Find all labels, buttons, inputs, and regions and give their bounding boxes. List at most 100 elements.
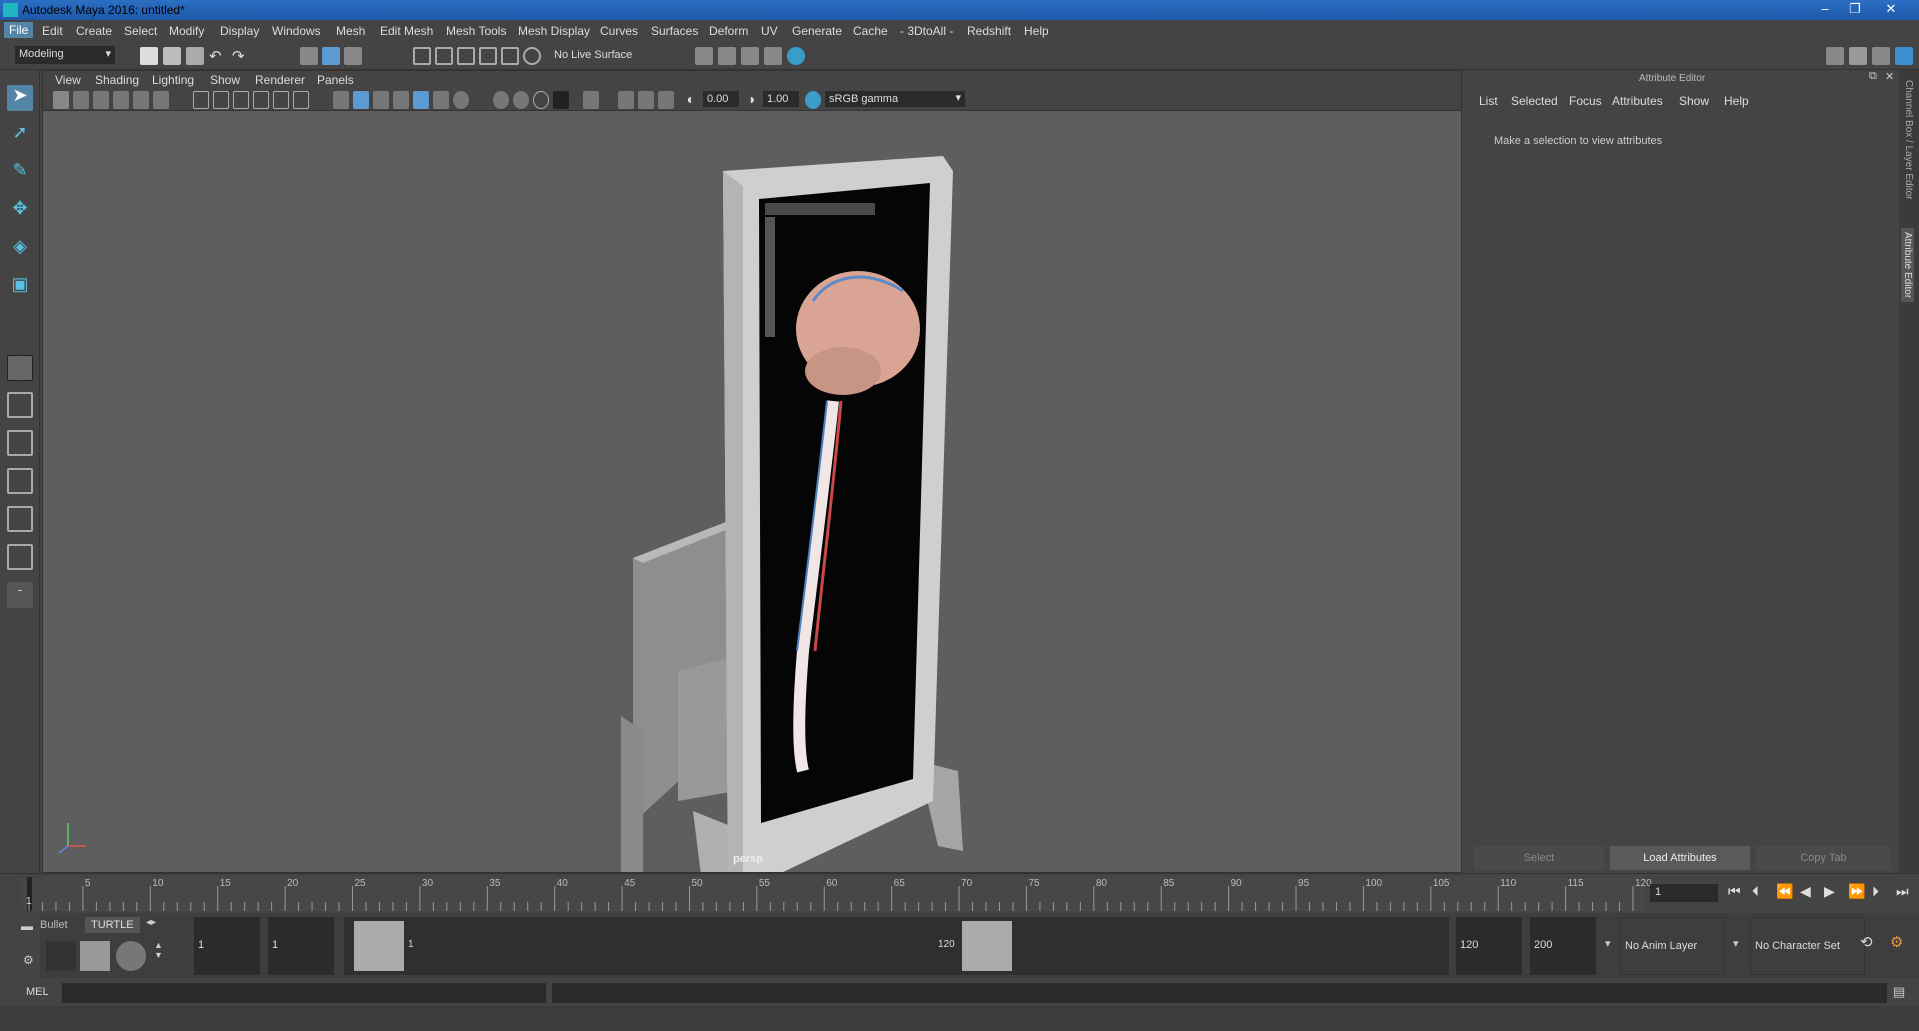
ae-menu-help[interactable]: Help xyxy=(1724,94,1749,108)
ae-menu-list[interactable]: List xyxy=(1479,94,1498,108)
select-component-icon[interactable] xyxy=(344,47,362,65)
range-slider-track[interactable]: 1 120 xyxy=(344,917,1449,975)
channel-box-tab[interactable]: Channel Box / Layer Editor xyxy=(1903,80,1914,200)
menu-file[interactable]: File xyxy=(4,22,34,38)
maximize-button[interactable]: ❐ xyxy=(1844,1,1866,17)
menu-cache[interactable]: Cache xyxy=(853,24,888,38)
color-space-dropdown[interactable]: sRGB gamma ▾ xyxy=(825,91,965,107)
playback-end-field[interactable]: 120 xyxy=(1456,917,1522,975)
copy-tab-button[interactable]: Copy Tab xyxy=(1756,846,1891,870)
safe-action-icon[interactable] xyxy=(293,91,309,109)
float-panel-icon[interactable]: ⧉ xyxy=(1869,70,1877,83)
modeling-toolkit-icon[interactable] xyxy=(1826,47,1844,65)
shelf-settings-icon[interactable]: ⚙ xyxy=(23,953,34,967)
anim-layer-dropdown[interactable]: No Anim Layer xyxy=(1620,917,1725,975)
hypershade-icon[interactable] xyxy=(787,47,805,65)
live-surface-label[interactable]: No Live Surface xyxy=(550,47,650,65)
rotate-tool-icon[interactable]: ◈ xyxy=(7,236,33,262)
gate-mask-icon[interactable] xyxy=(253,91,269,109)
snap-point-icon[interactable] xyxy=(457,47,475,65)
xray-components-icon[interactable] xyxy=(638,91,654,109)
tool-settings-icon[interactable] xyxy=(1872,47,1890,65)
menu-mesh[interactable]: Mesh xyxy=(336,24,365,38)
isolate-select-icon[interactable] xyxy=(553,91,569,109)
ae-menu-focus[interactable]: Focus xyxy=(1569,94,1602,108)
use-all-lights-icon[interactable] xyxy=(413,91,429,109)
film-gate-icon[interactable] xyxy=(213,91,229,109)
menu-curves[interactable]: Curves xyxy=(600,24,638,38)
move-tool-icon[interactable]: ✥ xyxy=(7,198,33,224)
grid-icon[interactable] xyxy=(193,91,209,109)
color-management-icon[interactable] xyxy=(805,91,821,109)
menu-deform[interactable]: Deform xyxy=(709,24,748,38)
range-slider-end-handle[interactable] xyxy=(962,921,1012,971)
step-forward-frame-icon[interactable]: ⏵ xyxy=(1872,883,1879,900)
menu-mesh-display[interactable]: Mesh Display xyxy=(518,24,590,38)
grease-pencil-icon[interactable] xyxy=(153,91,169,109)
menu-surfaces[interactable]: Surfaces xyxy=(651,24,698,38)
ipr-render-icon[interactable] xyxy=(741,47,759,65)
channel-box-toggle-icon[interactable] xyxy=(1895,47,1913,65)
material-shelf-icon[interactable] xyxy=(116,941,146,971)
vp-menu-show[interactable]: Show xyxy=(210,73,240,87)
step-back-frame-icon[interactable]: ⏴ xyxy=(1752,883,1759,900)
viewport-panel[interactable]: View Shading Lighting Show Renderer Pane… xyxy=(42,70,1462,873)
depth-of-field-icon[interactable] xyxy=(533,91,549,109)
close-button[interactable]: ✕ xyxy=(1880,1,1902,17)
shelf-tab-turtle[interactable]: TURTLE xyxy=(85,917,140,933)
layout-single-icon[interactable] xyxy=(7,355,33,381)
end-time-field[interactable]: 200 xyxy=(1530,917,1596,975)
image-plane-icon[interactable] xyxy=(113,91,129,109)
new-scene-icon[interactable] xyxy=(140,47,158,65)
lasso-tool-icon[interactable]: ➚ xyxy=(7,122,33,148)
step-forward-key-icon[interactable]: ⏩ xyxy=(1848,883,1865,900)
vp-menu-panels[interactable]: Panels xyxy=(317,73,354,87)
load-attributes-button[interactable]: Load Attributes xyxy=(1610,846,1750,870)
close-panel-icon[interactable]: ✕ xyxy=(1885,70,1894,83)
bullet-shelf-icon[interactable] xyxy=(46,941,76,971)
shelf-tab-scroll-icon[interactable]: ◂▸ xyxy=(146,917,156,928)
gamma-icon[interactable]: ◑ xyxy=(743,91,759,109)
xray-icon[interactable] xyxy=(583,91,599,109)
select-object-icon[interactable] xyxy=(322,47,340,65)
menu-uv[interactable]: UV xyxy=(761,24,778,38)
menu-mesh-tools[interactable]: Mesh Tools xyxy=(446,24,506,38)
script-editor-icon[interactable]: ▤ xyxy=(1893,984,1905,1000)
go-to-end-icon[interactable]: ⏭ xyxy=(1896,883,1909,900)
select-hierarchy-icon[interactable] xyxy=(300,47,318,65)
resolution-gate-icon[interactable] xyxy=(233,91,249,109)
paint-select-tool-icon[interactable]: ✎ xyxy=(7,160,33,186)
turtle-shelf-icon[interactable] xyxy=(80,941,110,971)
time-slider[interactable]: 5 10 15 20 25 30 35 40 45 50 55 60 65 70 75 80 85 90 95 100… xyxy=(0,873,1919,913)
chevron-down-icon[interactable]: ▾ xyxy=(1605,937,1611,950)
undo-icon[interactable]: ↶ xyxy=(209,47,227,65)
snap-grid-icon[interactable] xyxy=(413,47,431,65)
menu-windows[interactable]: Windows xyxy=(272,24,321,38)
select-button[interactable]: Select xyxy=(1474,846,1604,870)
vp-menu-shading[interactable]: Shading xyxy=(95,73,139,87)
step-back-key-icon[interactable]: ⏪ xyxy=(1776,883,1793,900)
exposure-field[interactable]: 0.00 xyxy=(703,91,739,107)
layout-hypershade-icon[interactable] xyxy=(7,544,33,570)
menu-3dtoall[interactable]: - 3DtoAll - xyxy=(900,24,953,38)
play-forward-icon[interactable]: ▶ xyxy=(1824,883,1835,900)
layout-two-icon[interactable] xyxy=(7,430,33,456)
vp-menu-lighting[interactable]: Lighting xyxy=(152,73,194,87)
camera-attributes-icon[interactable] xyxy=(73,91,89,109)
xray-joints-icon[interactable] xyxy=(618,91,634,109)
gamma-field[interactable]: 1.00 xyxy=(763,91,799,107)
playback-start-field[interactable]: 1 xyxy=(268,917,334,975)
current-frame-field[interactable]: 1 xyxy=(1650,884,1718,902)
backface-culling-icon[interactable] xyxy=(658,91,674,109)
attribute-editor-tab[interactable]: Attribute Editor xyxy=(1901,228,1914,303)
snap-live-icon[interactable] xyxy=(523,47,541,65)
shelf-tab-bullet[interactable]: Bullet xyxy=(40,919,68,931)
bookmark-icon[interactable] xyxy=(93,91,109,109)
render-settings-icon[interactable] xyxy=(764,47,782,65)
shelf-scroll-arrows-icon[interactable]: ▲ ▼ xyxy=(154,940,163,960)
smooth-shade-icon[interactable] xyxy=(353,91,369,109)
field-chart-icon[interactable] xyxy=(273,91,289,109)
auto-key-icon[interactable]: ⟲ xyxy=(1860,933,1873,951)
snap-view-icon[interactable] xyxy=(479,47,497,65)
layout-four-icon[interactable] xyxy=(7,392,33,418)
